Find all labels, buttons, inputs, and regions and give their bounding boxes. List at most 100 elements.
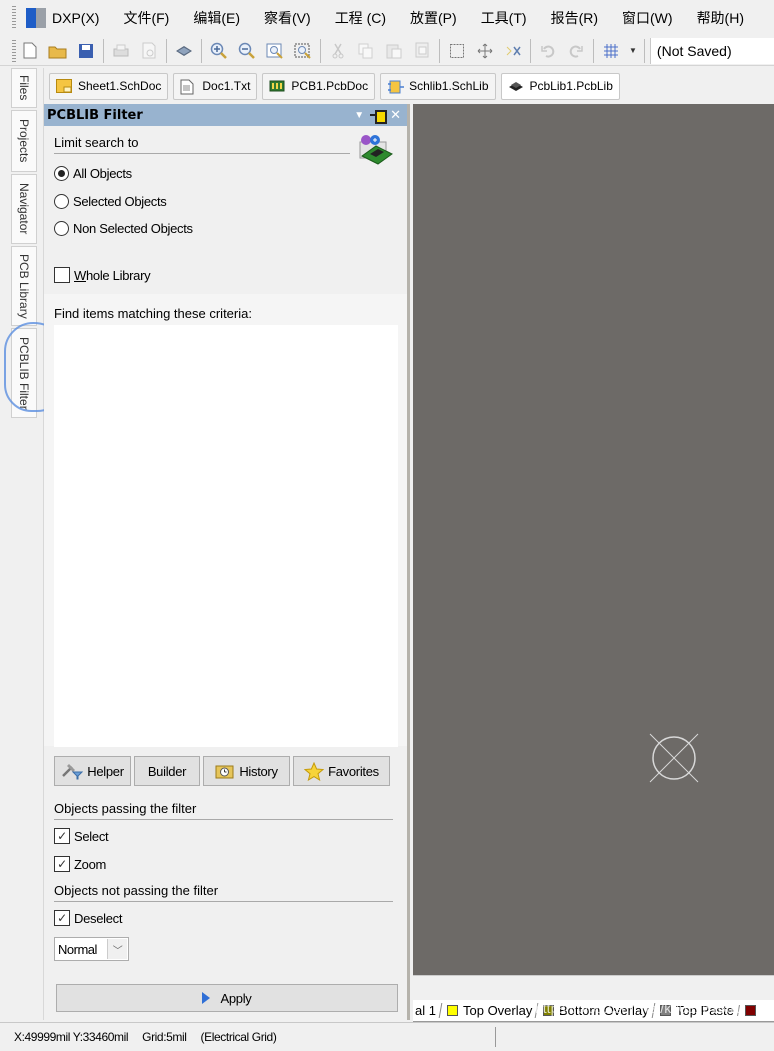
variant-combo[interactable]: (Not Saved)	[649, 37, 774, 64]
radio-non-selected-objects[interactable]: Non Selected Objects	[54, 221, 193, 236]
menu-window[interactable]: 窗口(W)	[622, 8, 673, 28]
menu-reports[interactable]: 报告(R)	[551, 8, 598, 28]
layer-tab-top-paste[interactable]: Top Paste	[651, 1003, 740, 1018]
menu-place[interactable]: 放置(P)	[410, 8, 457, 28]
checkbox[interactable]	[54, 267, 70, 283]
checkbox[interactable]: ✓	[54, 910, 70, 926]
copy-icon[interactable]	[355, 40, 377, 62]
panel-menu-dropdown-icon[interactable]: ▼	[354, 110, 364, 121]
open-folder-icon[interactable]	[47, 40, 69, 62]
helper-label: Helper	[87, 763, 124, 779]
radio-button[interactable]	[54, 194, 69, 209]
select-rectangle-icon[interactable]	[446, 40, 468, 62]
radio-all-objects[interactable]: All Objects	[54, 166, 132, 181]
radio-button[interactable]	[54, 166, 69, 181]
layer-tab-bottom-overlay[interactable]: Bottom Overlay	[535, 1003, 655, 1018]
layer-label: Bottom Overlay	[559, 1003, 649, 1018]
zoom-in-icon[interactable]	[208, 40, 230, 62]
new-document-icon[interactable]	[19, 40, 41, 62]
layer-tab-next[interactable]	[736, 1005, 766, 1016]
toolbar-separator	[439, 38, 440, 63]
print-preview-icon[interactable]	[138, 40, 160, 62]
side-tab-files[interactable]: Files	[11, 68, 37, 108]
side-tab-pcblib-filter[interactable]: PCBLIB Filter	[11, 328, 37, 418]
3d-chip-icon[interactable]	[173, 40, 195, 62]
undo-icon[interactable]	[537, 40, 559, 62]
doc-tab-sheet1-schdoc[interactable]: Sheet1.SchDoc	[49, 72, 169, 100]
variant-value: (Not Saved)	[656, 42, 732, 59]
zoom-selected-icon[interactable]	[292, 40, 314, 62]
history-button[interactable]: History	[203, 756, 290, 786]
close-icon[interactable]: ✕	[390, 107, 401, 123]
doc-tab-pcblib1-pcblib[interactable]: PcbLib1.PcbLib	[500, 72, 620, 100]
menu-dxp[interactable]: DXP(X)	[52, 10, 99, 26]
checkbox-whole-library[interactable]: Whole Library	[54, 267, 151, 283]
layer-tab-mechanical-1[interactable]: al 1	[413, 1003, 441, 1018]
radio-label: Non Selected Objects	[73, 221, 193, 236]
checkbox-label: Select	[74, 828, 109, 844]
hammer-funnel-icon	[61, 762, 84, 780]
toolbar-grip[interactable]	[12, 39, 16, 62]
checkbox[interactable]: ✓	[54, 856, 70, 872]
pin-icon[interactable]	[370, 110, 388, 124]
menu-grip[interactable]	[12, 6, 16, 30]
pcblib-icon	[508, 79, 524, 93]
criteria-query-editor[interactable]	[54, 325, 398, 747]
side-tab-pcb-library[interactable]: PCB Library	[11, 246, 37, 326]
menu-project[interactable]: 工程 (C)	[335, 8, 386, 28]
side-tab-label: PCB Library	[17, 253, 31, 319]
paste-icon[interactable]	[383, 40, 405, 62]
zoom-fit-icon[interactable]	[264, 40, 286, 62]
doc-tab-label: Doc1.Txt	[202, 79, 251, 93]
checkbox-zoom[interactable]: ✓ Zoom	[54, 856, 106, 872]
play-arrow-icon	[202, 992, 211, 1004]
menu-help[interactable]: 帮助(H)	[697, 8, 744, 28]
menu-tools[interactable]: 工具(T)	[481, 8, 527, 28]
chevron-down-icon[interactable]: ﹀	[107, 939, 127, 959]
toolbar-separator	[201, 38, 202, 63]
grid-dropdown-arrow-icon[interactable]: ▼	[629, 46, 637, 55]
side-tab-navigator[interactable]: Navigator	[11, 174, 37, 244]
doc-tab-schlib1-schlib[interactable]: Schlib1.SchLib	[380, 72, 496, 100]
menu-view[interactable]: 察看(V)	[264, 8, 311, 28]
rubber-stamp-icon[interactable]	[411, 40, 433, 62]
layer-tab-top-overlay[interactable]: Top Overlay	[438, 1003, 538, 1018]
print-icon[interactable]	[110, 40, 132, 62]
toolbar-separator	[593, 38, 594, 63]
mask-mode-select[interactable]: Normal ﹀	[54, 937, 129, 961]
zoom-out-icon[interactable]	[236, 40, 258, 62]
favorites-label: Favorites	[328, 763, 379, 779]
menu-file[interactable]: 文件(F)	[123, 8, 169, 28]
toolbar-separator	[643, 38, 645, 63]
grid-icon[interactable]	[600, 40, 622, 62]
layer-color-swatch	[744, 1005, 756, 1016]
deselect-icon[interactable]	[502, 40, 524, 62]
doc-tab-pcb1-pcbdoc[interactable]: PCB1.PcbDoc	[262, 72, 376, 100]
apply-button[interactable]: Apply	[56, 984, 398, 1012]
builder-button[interactable]: Builder	[134, 756, 200, 786]
history-label: History	[239, 763, 278, 779]
limit-search-label: Limit search to	[54, 135, 139, 150]
favorites-button[interactable]: Favorites	[293, 756, 390, 786]
menu-edit[interactable]: 编辑(E)	[193, 8, 240, 28]
checkbox[interactable]: ✓	[54, 828, 70, 844]
move-icon[interactable]	[474, 40, 496, 62]
checkbox-select[interactable]: ✓ Select	[54, 828, 109, 844]
toolbar-separator	[320, 38, 321, 63]
side-tab-label: Projects	[17, 119, 31, 163]
accelerator-key: W	[74, 267, 86, 283]
pcb-library-canvas[interactable]	[413, 104, 774, 975]
side-tab-label: Files	[17, 75, 31, 101]
criteria-label: Find items matching these criteria:	[54, 306, 252, 321]
doc-tab-doc1-txt[interactable]: Doc1.Txt	[173, 72, 258, 100]
cut-icon[interactable]	[327, 40, 349, 62]
redo-icon[interactable]	[565, 40, 587, 62]
side-tab-projects[interactable]: Projects	[11, 110, 37, 172]
status-grid: Grid:5mil	[142, 1030, 187, 1044]
text-doc-icon	[180, 79, 196, 95]
save-icon[interactable]	[75, 40, 97, 62]
radio-selected-objects[interactable]: Selected Objects	[54, 194, 167, 209]
helper-button[interactable]: Helper	[54, 756, 131, 786]
checkbox-deselect[interactable]: ✓ Deselect	[54, 910, 122, 926]
radio-button[interactable]	[54, 221, 69, 236]
